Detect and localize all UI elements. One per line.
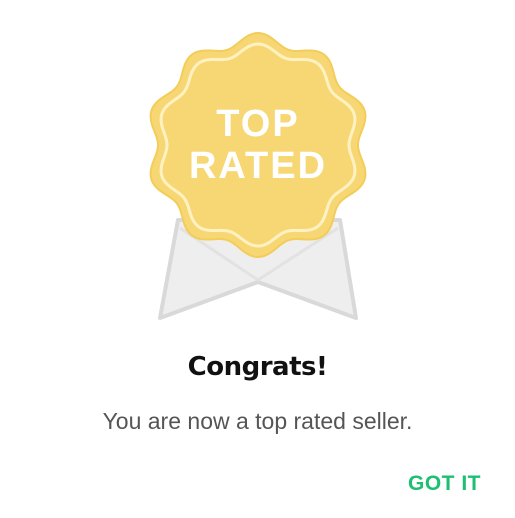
badge-line2: RATED xyxy=(189,145,327,187)
dialog-title: Congrats! xyxy=(187,352,328,382)
got-it-button[interactable]: GOT IT xyxy=(408,472,481,496)
top-rated-dialog: TOP RATED Congrats! You are now a top ra… xyxy=(0,0,515,518)
dialog-message: You are now a top rated seller. xyxy=(102,408,413,434)
top-rated-badge-icon: TOP RATED xyxy=(149,31,367,320)
badge-line1: TOP xyxy=(216,103,299,145)
